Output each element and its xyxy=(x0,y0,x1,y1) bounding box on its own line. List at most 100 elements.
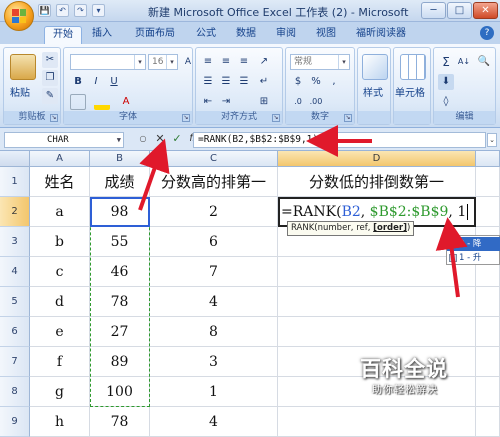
clear-icon[interactable]: ◊ xyxy=(438,94,454,110)
font-size-combo[interactable]: 16 ▾ xyxy=(148,54,178,70)
cell-e1[interactable] xyxy=(476,167,500,197)
merge-center-icon[interactable]: ⊞ xyxy=(256,94,272,110)
cells-icon[interactable] xyxy=(400,54,426,80)
orientation-icon[interactable]: ↗ xyxy=(256,54,272,70)
align-bottom-icon[interactable]: ≡ xyxy=(236,54,252,70)
help-icon[interactable]: ? xyxy=(480,26,494,40)
fill-icon[interactable]: ⬇ xyxy=(438,74,454,90)
row-header-8[interactable]: 8 xyxy=(0,377,30,407)
function-list-icon[interactable]: ○ xyxy=(136,131,150,147)
find-select-icon[interactable]: 🔍 xyxy=(476,54,492,70)
align-middle-icon[interactable]: ≡ xyxy=(218,54,234,70)
number-launcher-icon[interactable]: ↘ xyxy=(344,114,352,122)
cell-d9[interactable] xyxy=(278,407,476,437)
name-box[interactable]: CHAR ▼ xyxy=(4,132,124,148)
tab-review[interactable]: 审阅 xyxy=(270,26,302,44)
tab-data[interactable]: 数据 xyxy=(230,26,262,44)
office-button[interactable] xyxy=(4,1,34,31)
cell-b7[interactable]: 89 xyxy=(90,347,150,377)
cell-b9[interactable]: 78 xyxy=(90,407,150,437)
enter-icon[interactable]: ✓ xyxy=(170,131,184,147)
chevron-down-icon[interactable]: ▼ xyxy=(117,133,121,147)
customize-qat-icon[interactable]: ▾ xyxy=(92,4,105,17)
cell-e2[interactable] xyxy=(476,197,500,227)
row-header-3[interactable]: 3 xyxy=(0,227,30,257)
borders-icon[interactable] xyxy=(70,94,86,110)
cell-d1[interactable]: 分数低的排倒数第一 xyxy=(278,167,476,197)
tab-foxit-reader[interactable]: 福昕阅读器 xyxy=(352,26,410,44)
align-center-icon[interactable]: ☰ xyxy=(218,74,234,90)
fill-color-icon[interactable] xyxy=(94,94,110,110)
row-header-7[interactable]: 7 xyxy=(0,347,30,377)
cell-c1[interactable]: 分数高的排第一 xyxy=(150,167,278,197)
row-header-9[interactable]: 9 xyxy=(0,407,30,437)
increase-indent-icon[interactable]: ⇥ xyxy=(218,94,234,110)
cell-b5[interactable]: 78 xyxy=(90,287,150,317)
cell-e5[interactable] xyxy=(476,287,500,317)
cell-b3[interactable]: 55 xyxy=(90,227,150,257)
align-top-icon[interactable]: ≡ xyxy=(200,54,216,70)
cell-c7[interactable]: 3 xyxy=(150,347,278,377)
save-icon[interactable]: 💾 xyxy=(38,4,51,17)
cell-c3[interactable]: 6 xyxy=(150,227,278,257)
row-header-6[interactable]: 6 xyxy=(0,317,30,347)
chevron-down-icon[interactable]: ▾ xyxy=(338,55,349,69)
cell-e9[interactable] xyxy=(476,407,500,437)
cell-a8[interactable]: g xyxy=(30,377,90,407)
close-button[interactable]: ✕ xyxy=(473,2,498,19)
chevron-down-icon[interactable]: ▾ xyxy=(134,55,145,69)
number-format-combo[interactable]: 常规 ▾ xyxy=(290,54,350,70)
undo-icon[interactable]: ↶ xyxy=(56,4,69,17)
currency-icon[interactable]: $ xyxy=(290,74,306,90)
cell-b6[interactable]: 27 xyxy=(90,317,150,347)
percent-icon[interactable]: % xyxy=(308,74,324,90)
italic-button[interactable]: I xyxy=(88,74,104,90)
styles-icon[interactable] xyxy=(362,54,388,80)
sort-filter-icon[interactable]: A↓ xyxy=(456,54,472,70)
decrease-indent-icon[interactable]: ⇤ xyxy=(200,94,216,110)
row-header-5[interactable]: 5 xyxy=(0,287,30,317)
alignment-launcher-icon[interactable]: ↘ xyxy=(272,114,280,122)
tab-page-layout[interactable]: 页面布局 xyxy=(128,26,182,44)
cell-c8[interactable]: 1 xyxy=(150,377,278,407)
row-header-4[interactable]: 4 xyxy=(0,257,30,287)
column-header-c[interactable]: C xyxy=(150,151,278,167)
font-color-icon[interactable]: A xyxy=(118,94,134,110)
cell-d5[interactable] xyxy=(278,287,476,317)
column-header-b[interactable]: B xyxy=(90,151,150,167)
underline-button[interactable]: U xyxy=(106,74,122,90)
cell-c6[interactable]: 8 xyxy=(150,317,278,347)
cell-a5[interactable]: d xyxy=(30,287,90,317)
tab-formulas[interactable]: 公式 xyxy=(190,26,222,44)
cell-c5[interactable]: 4 xyxy=(150,287,278,317)
column-header-d[interactable]: D xyxy=(278,151,476,167)
clipboard-launcher-icon[interactable]: ↘ xyxy=(50,114,58,122)
row-header-2[interactable]: 2 xyxy=(0,197,30,227)
bold-button[interactable]: B xyxy=(70,74,86,90)
cell-a4[interactable]: c xyxy=(30,257,90,287)
cell-d6[interactable] xyxy=(278,317,476,347)
cell-b8[interactable]: 100 xyxy=(90,377,150,407)
wrap-text-icon[interactable]: ↵ xyxy=(256,74,272,90)
decrease-decimal-icon[interactable]: .00 xyxy=(308,94,324,110)
align-right-icon[interactable]: ☰ xyxy=(236,74,252,90)
cell-c4[interactable]: 7 xyxy=(150,257,278,287)
maximize-button[interactable]: □ xyxy=(447,2,472,19)
cell-e6[interactable] xyxy=(476,317,500,347)
font-launcher-icon[interactable]: ↘ xyxy=(182,114,190,122)
formula-input[interactable]: =RANK(B2,$B$2:$B$9,1) xyxy=(193,132,486,148)
column-header-a[interactable]: A xyxy=(30,151,90,167)
format-painter-icon[interactable]: ✎ xyxy=(42,88,58,104)
autocomplete-item[interactable]: 0 - 降 xyxy=(447,237,500,251)
tab-home[interactable]: 开始 xyxy=(44,26,82,44)
comma-style-icon[interactable]: , xyxy=(326,74,342,90)
tab-view[interactable]: 视图 xyxy=(310,26,342,44)
minimize-button[interactable]: ─ xyxy=(421,2,446,19)
column-header-e[interactable] xyxy=(476,151,500,167)
grow-font-icon[interactable]: A xyxy=(180,54,196,70)
expand-formula-bar-icon[interactable]: ⌄ xyxy=(487,133,497,147)
row-header-1[interactable]: 1 xyxy=(0,167,30,197)
redo-icon[interactable]: ↷ xyxy=(74,4,87,17)
increase-decimal-icon[interactable]: .0 xyxy=(290,94,306,110)
chevron-down-icon[interactable]: ▾ xyxy=(166,55,177,69)
